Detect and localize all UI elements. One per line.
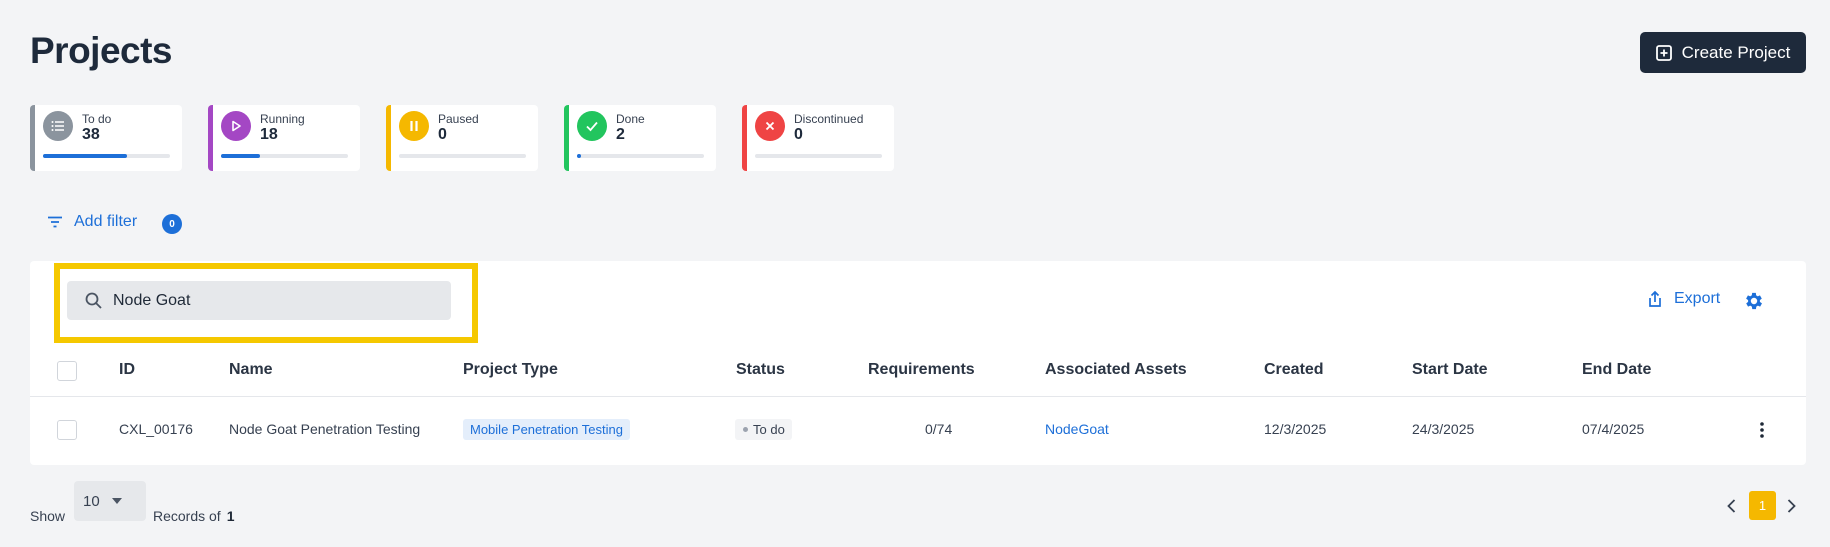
chevron-left-icon[interactable] (1724, 497, 1740, 515)
stat-progress-bar (577, 154, 704, 158)
column-header-start-date[interactable]: Start Date (1412, 361, 1488, 379)
plus-square-icon (1655, 44, 1672, 61)
gear-icon[interactable] (1743, 290, 1765, 312)
cell-end-date: 07/4/2025 (1582, 421, 1645, 437)
filter-icon (48, 216, 62, 228)
page-size-select[interactable]: 10 (74, 481, 146, 521)
page-button-current[interactable]: 1 (1749, 491, 1776, 520)
search-input[interactable] (67, 281, 451, 320)
stat-label: Paused (438, 112, 479, 126)
column-header-end-date[interactable]: End Date (1582, 361, 1651, 379)
search-box[interactable] (67, 281, 451, 320)
cell-requirements: 0/74 (925, 421, 953, 437)
stat-progress-fill (43, 154, 127, 158)
column-header-name[interactable]: Name (229, 361, 273, 379)
stat-label: Done (616, 112, 645, 126)
filter-count-badge: 0 (162, 214, 182, 234)
stat-count: 38 (82, 126, 100, 143)
row-checkbox[interactable] (57, 420, 77, 440)
cell-id: CXL_00176 (119, 421, 193, 437)
caret-down-icon (112, 498, 122, 504)
close-icon (755, 111, 785, 141)
status-summary: To do 38 Running 18 Paused 0 Done 2 Disc… (30, 105, 894, 171)
projects-table-panel: Export ID Name Project Type Status Requi… (30, 261, 1806, 465)
column-header-id[interactable]: ID (119, 361, 135, 379)
select-all-checkbox[interactable] (57, 361, 77, 381)
export-button[interactable]: Export (1646, 290, 1720, 308)
column-header-created[interactable]: Created (1264, 361, 1324, 379)
stat-progress-bar (221, 154, 348, 158)
stat-progress-bar (399, 154, 526, 158)
stat-count: 2 (616, 126, 625, 143)
cell-created: 12/3/2025 (1264, 421, 1327, 437)
stat-card-discontinued[interactable]: Discontinued 0 (742, 105, 894, 171)
records-summary: Records of 1 (153, 508, 235, 524)
search-icon (85, 292, 102, 309)
stat-count: 0 (438, 126, 447, 143)
status-badge: To do (735, 419, 792, 440)
stat-card-running[interactable]: Running 18 (208, 105, 360, 171)
stat-card-todo[interactable]: To do 38 (30, 105, 182, 171)
list-icon (43, 111, 73, 141)
records-total: 1 (226, 508, 235, 524)
stat-label: To do (82, 112, 112, 126)
page-title: Projects (30, 30, 173, 71)
add-filter-label: Add filter (74, 213, 138, 230)
export-label: Export (1674, 290, 1721, 307)
cell-name[interactable]: Node Goat Penetration Testing (229, 421, 420, 437)
pause-icon (399, 111, 429, 141)
table-header: ID Name Project Type Status Requirements… (30, 345, 1806, 397)
page-size-value: 10 (83, 493, 100, 510)
add-filter-button[interactable]: Add filter (46, 213, 137, 231)
asset-link[interactable]: NodeGoat (1045, 421, 1109, 437)
stat-count: 0 (794, 126, 803, 143)
project-type-tag: Mobile Penetration Testing (463, 419, 630, 440)
column-header-associated-assets[interactable]: Associated Assets (1045, 361, 1187, 379)
stat-progress-bar (755, 154, 882, 158)
stat-progress-fill (221, 154, 261, 158)
column-header-project-type[interactable]: Project Type (463, 361, 558, 379)
table-row[interactable]: CXL_00176 Node Goat Penetration Testing … (30, 397, 1806, 465)
stat-card-paused[interactable]: Paused 0 (386, 105, 538, 171)
stat-progress-bar (43, 154, 170, 158)
create-project-button[interactable]: Create Project (1640, 32, 1806, 73)
chevron-right-icon[interactable] (1783, 497, 1799, 515)
records-label: Records of (153, 508, 221, 524)
stat-progress-fill (577, 154, 581, 158)
cell-start-date: 24/3/2025 (1412, 421, 1475, 437)
stat-card-done[interactable]: Done 2 (564, 105, 716, 171)
share-icon (1649, 290, 1661, 307)
column-header-requirements[interactable]: Requirements (868, 361, 975, 379)
check-icon (577, 111, 607, 141)
show-label: Show (30, 508, 66, 524)
create-project-label: Create Project (1681, 42, 1791, 62)
stat-label: Discontinued (794, 112, 864, 126)
stat-count: 18 (260, 126, 278, 143)
stat-label: Running (260, 112, 305, 126)
play-icon (221, 111, 251, 141)
column-header-status[interactable]: Status (736, 361, 785, 379)
more-vertical-icon[interactable] (1758, 419, 1766, 441)
